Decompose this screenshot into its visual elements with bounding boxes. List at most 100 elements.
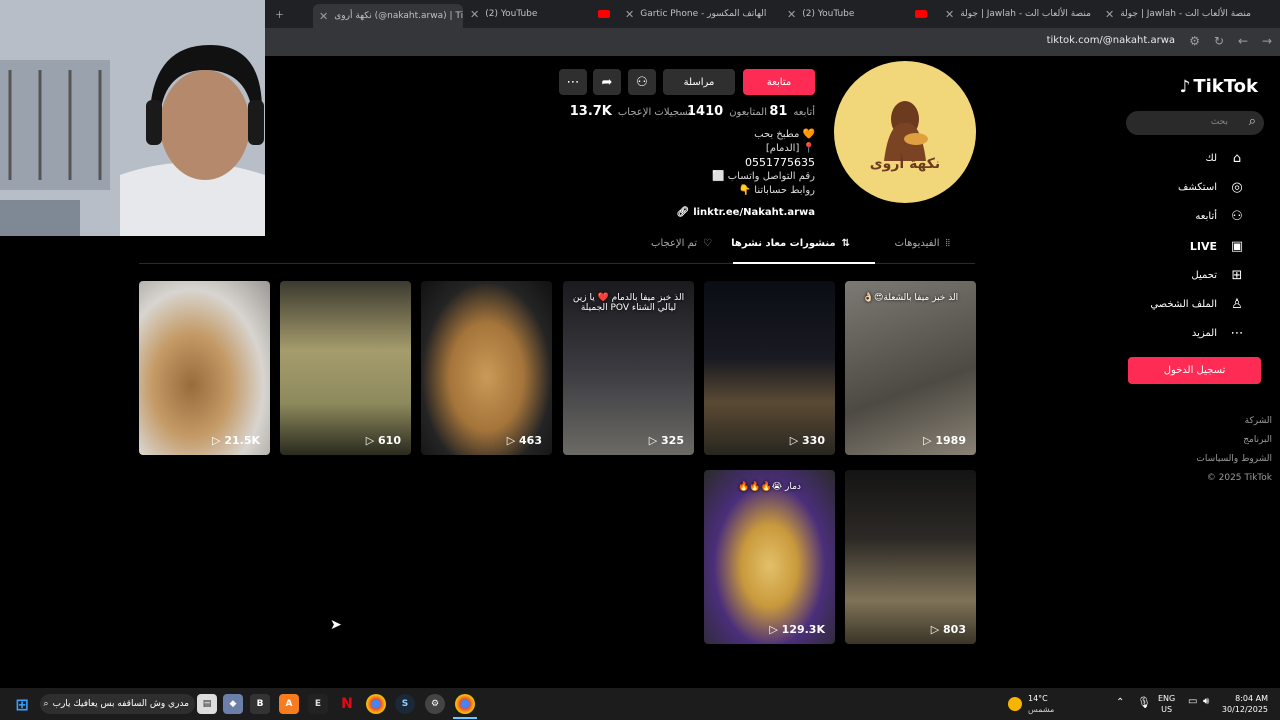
bio-line: رقم التواصل واتساب ⬜ xyxy=(712,171,815,182)
file-explorer-icon[interactable]: ▤ xyxy=(197,694,217,714)
likes-stat: تسجيلات الإعجاب 13.7K xyxy=(569,104,691,119)
more-icon: ⋯ xyxy=(1230,325,1244,341)
volume-icon[interactable]: 🔊︎ xyxy=(1203,696,1209,707)
upload-icon: ⊞ xyxy=(1231,267,1243,283)
tiktok-logo[interactable]: ♪ TikTok xyxy=(1179,76,1258,97)
forward-icon[interactable]: → xyxy=(1262,34,1272,48)
sidebar-item-profile[interactable]: الملف الشخصي ♙ xyxy=(1150,296,1245,312)
bio-line: روابط حساباتنا 👇 xyxy=(738,185,815,196)
sidebar-item-following[interactable]: أتابعه ⚇ xyxy=(1195,208,1245,224)
app-icon[interactable]: ⚙ xyxy=(425,694,445,714)
view-count: ▷ 129.3K xyxy=(769,623,825,636)
grid-icon: ⦙⦙ xyxy=(945,238,950,249)
app-icon[interactable]: A xyxy=(279,694,299,714)
tab-videos[interactable]: الفيديوهات ⦙⦙ xyxy=(895,238,950,249)
sidebar-item-upload[interactable]: تحميل ⊞ xyxy=(1191,267,1245,283)
tab-reposts[interactable]: منشورات معاد نشرها ⇅ xyxy=(731,238,850,249)
reload-icon[interactable]: ↻ xyxy=(1214,34,1224,48)
close-icon[interactable]: ✕ xyxy=(1105,8,1114,21)
video-tile[interactable]: ▷ 463 xyxy=(421,281,552,455)
login-button[interactable]: تسجيل الدخول xyxy=(1128,357,1261,384)
weather-widget[interactable]: 14°C مشمس xyxy=(1028,693,1054,715)
microphone-icon[interactable]: 🎙︎ xyxy=(1137,696,1151,709)
followers-stat[interactable]: المتابعون 1410 xyxy=(687,104,767,119)
repost-icon: ⇅ xyxy=(841,238,850,249)
new-tab-button[interactable]: ＋ xyxy=(275,4,284,24)
sidebar-item-live[interactable]: LIVE ▣ xyxy=(1190,238,1245,254)
footer-terms-link[interactable]: الشروط والسياسات xyxy=(1196,450,1272,469)
video-tile[interactable]: ▷ 610 xyxy=(280,281,411,455)
tab-jawlah-2[interactable]: ✕ جولة | Jawlah - منصة الألعاب الت xyxy=(1105,4,1255,24)
netflix-icon[interactable]: N xyxy=(337,694,357,714)
home-icon: ⌂ xyxy=(1232,150,1242,166)
close-icon[interactable]: ✕ xyxy=(470,8,479,21)
url-field[interactable]: tiktok.com/@nakaht.arwa xyxy=(1047,35,1175,46)
close-icon[interactable]: ✕ xyxy=(319,10,328,23)
link-icon: 🔗︎ xyxy=(676,207,690,218)
share-icon[interactable]: ➦ xyxy=(593,69,621,95)
tab-tiktok[interactable]: ✕ نكهة أروى (@nakaht.arwa) | TikTok xyxy=(313,4,463,28)
windows-start-icon[interactable]: ⊞ xyxy=(12,694,32,714)
tab-jawlah-1[interactable]: ✕ جولة | Jawlah - منصة الألعاب الت xyxy=(945,4,1095,24)
message-button[interactable]: مراسلة xyxy=(663,69,735,95)
tab-youtube-2[interactable]: ✕ (2) YouTube xyxy=(787,4,927,24)
profile-link[interactable]: 🔗︎ linktr.ee/Nakaht.arwa xyxy=(676,207,815,218)
view-count: ▷ 610 xyxy=(365,434,401,447)
profile-icon: ♙ xyxy=(1231,296,1243,312)
view-count: ▷ 330 xyxy=(789,434,825,447)
add-friend-icon[interactable]: ⚇ xyxy=(628,69,656,95)
view-count: ▷ 803 xyxy=(930,623,966,636)
tab-youtube-1[interactable]: ✕ (2) YouTube xyxy=(470,4,610,24)
sun-icon xyxy=(1008,697,1022,711)
view-count: ▷ 1989 xyxy=(923,434,966,447)
search-icon[interactable]: ⌕ xyxy=(1249,114,1256,129)
site-settings-icon[interactable]: ⚙ xyxy=(1189,34,1200,48)
more-options-icon[interactable]: ⋯ xyxy=(559,69,587,95)
avatar[interactable]: نكهة أروى xyxy=(834,61,976,203)
app-icon[interactable]: ◆ xyxy=(223,694,243,714)
address-bar: tiktok.com/@nakaht.arwa ⚙ ↻ ← → xyxy=(265,28,1280,56)
chrome-icon[interactable] xyxy=(366,694,386,714)
epic-games-icon[interactable]: E xyxy=(308,694,328,714)
close-icon[interactable]: ✕ xyxy=(625,8,634,21)
tiktok-note-icon: ♪ xyxy=(1179,76,1191,97)
webcam-overlay xyxy=(0,0,265,236)
network-icon[interactable]: ▭ xyxy=(1188,696,1197,707)
sidebar-item-foryou[interactable]: لك ⌂ xyxy=(1206,150,1245,166)
search-input[interactable]: بحث ⌕ xyxy=(1126,111,1264,135)
close-icon[interactable]: ✕ xyxy=(945,8,954,21)
sidebar-footer: الشركة البرنامج الشروط والسياسات © 2025 … xyxy=(1196,412,1272,488)
chrome-active-icon[interactable] xyxy=(455,694,475,714)
back-icon[interactable]: ← xyxy=(1238,34,1248,48)
video-tile[interactable]: الذ خبز ميفا بالشعلة😍👌🏻 ▷ 1989 xyxy=(845,281,976,455)
youtube-icon xyxy=(598,10,610,18)
language-indicator[interactable]: ENG US xyxy=(1158,693,1175,715)
tab-gartic[interactable]: ✕ Gartic Phone - الهاتف المكسور xyxy=(625,4,775,24)
video-tile[interactable]: الذ خبز ميفا بالدمام ❤️ يا زين ليالي الش… xyxy=(563,281,694,455)
tab-liked[interactable]: تم الإعجاب ♡ xyxy=(651,238,712,249)
close-icon[interactable]: ✕ xyxy=(787,8,796,21)
following-icon: ⚇ xyxy=(1231,208,1243,224)
video-tile[interactable]: ▷ 330 xyxy=(704,281,835,455)
video-tile[interactable]: ▷ 21.5K xyxy=(139,281,270,455)
view-count: ▷ 325 xyxy=(648,434,684,447)
heart-outline-icon: ♡ xyxy=(703,238,712,249)
video-tile[interactable]: دمار 😭🔥🔥🔥 ▷ 129.3K xyxy=(704,470,835,644)
video-tile[interactable]: ▷ 803 xyxy=(845,470,976,644)
taskbar-search-box[interactable]: مدري وش الساقفه بس يعافيك يارب ⌕ xyxy=(40,694,195,714)
app-icon[interactable]: B xyxy=(250,694,270,714)
live-icon: ▣ xyxy=(1230,238,1244,254)
taskbar: ⊞ مدري وش الساقفه بس يعافيك يارب ⌕ ▤ ◆ B… xyxy=(0,688,1280,720)
following-stat[interactable]: أتابعه 81 xyxy=(769,104,815,119)
footer-program-link[interactable]: البرنامج xyxy=(1196,431,1272,450)
active-tab-indicator xyxy=(733,262,875,264)
follow-button[interactable]: متابعة xyxy=(743,69,815,95)
sidebar-item-explore[interactable]: استكشف ◎ xyxy=(1178,179,1245,195)
footer-company-link[interactable]: الشركة xyxy=(1196,412,1272,431)
clock[interactable]: 8:04 AM 30/12/2025 xyxy=(1222,693,1268,715)
view-count: ▷ 21.5K xyxy=(212,434,260,447)
chevron-up-icon[interactable]: ⌃ xyxy=(1116,697,1124,708)
sidebar-item-more[interactable]: المزيد ⋯ xyxy=(1192,325,1245,341)
steam-icon[interactable]: S xyxy=(395,694,415,714)
search-icon: ⌕ xyxy=(43,699,49,709)
